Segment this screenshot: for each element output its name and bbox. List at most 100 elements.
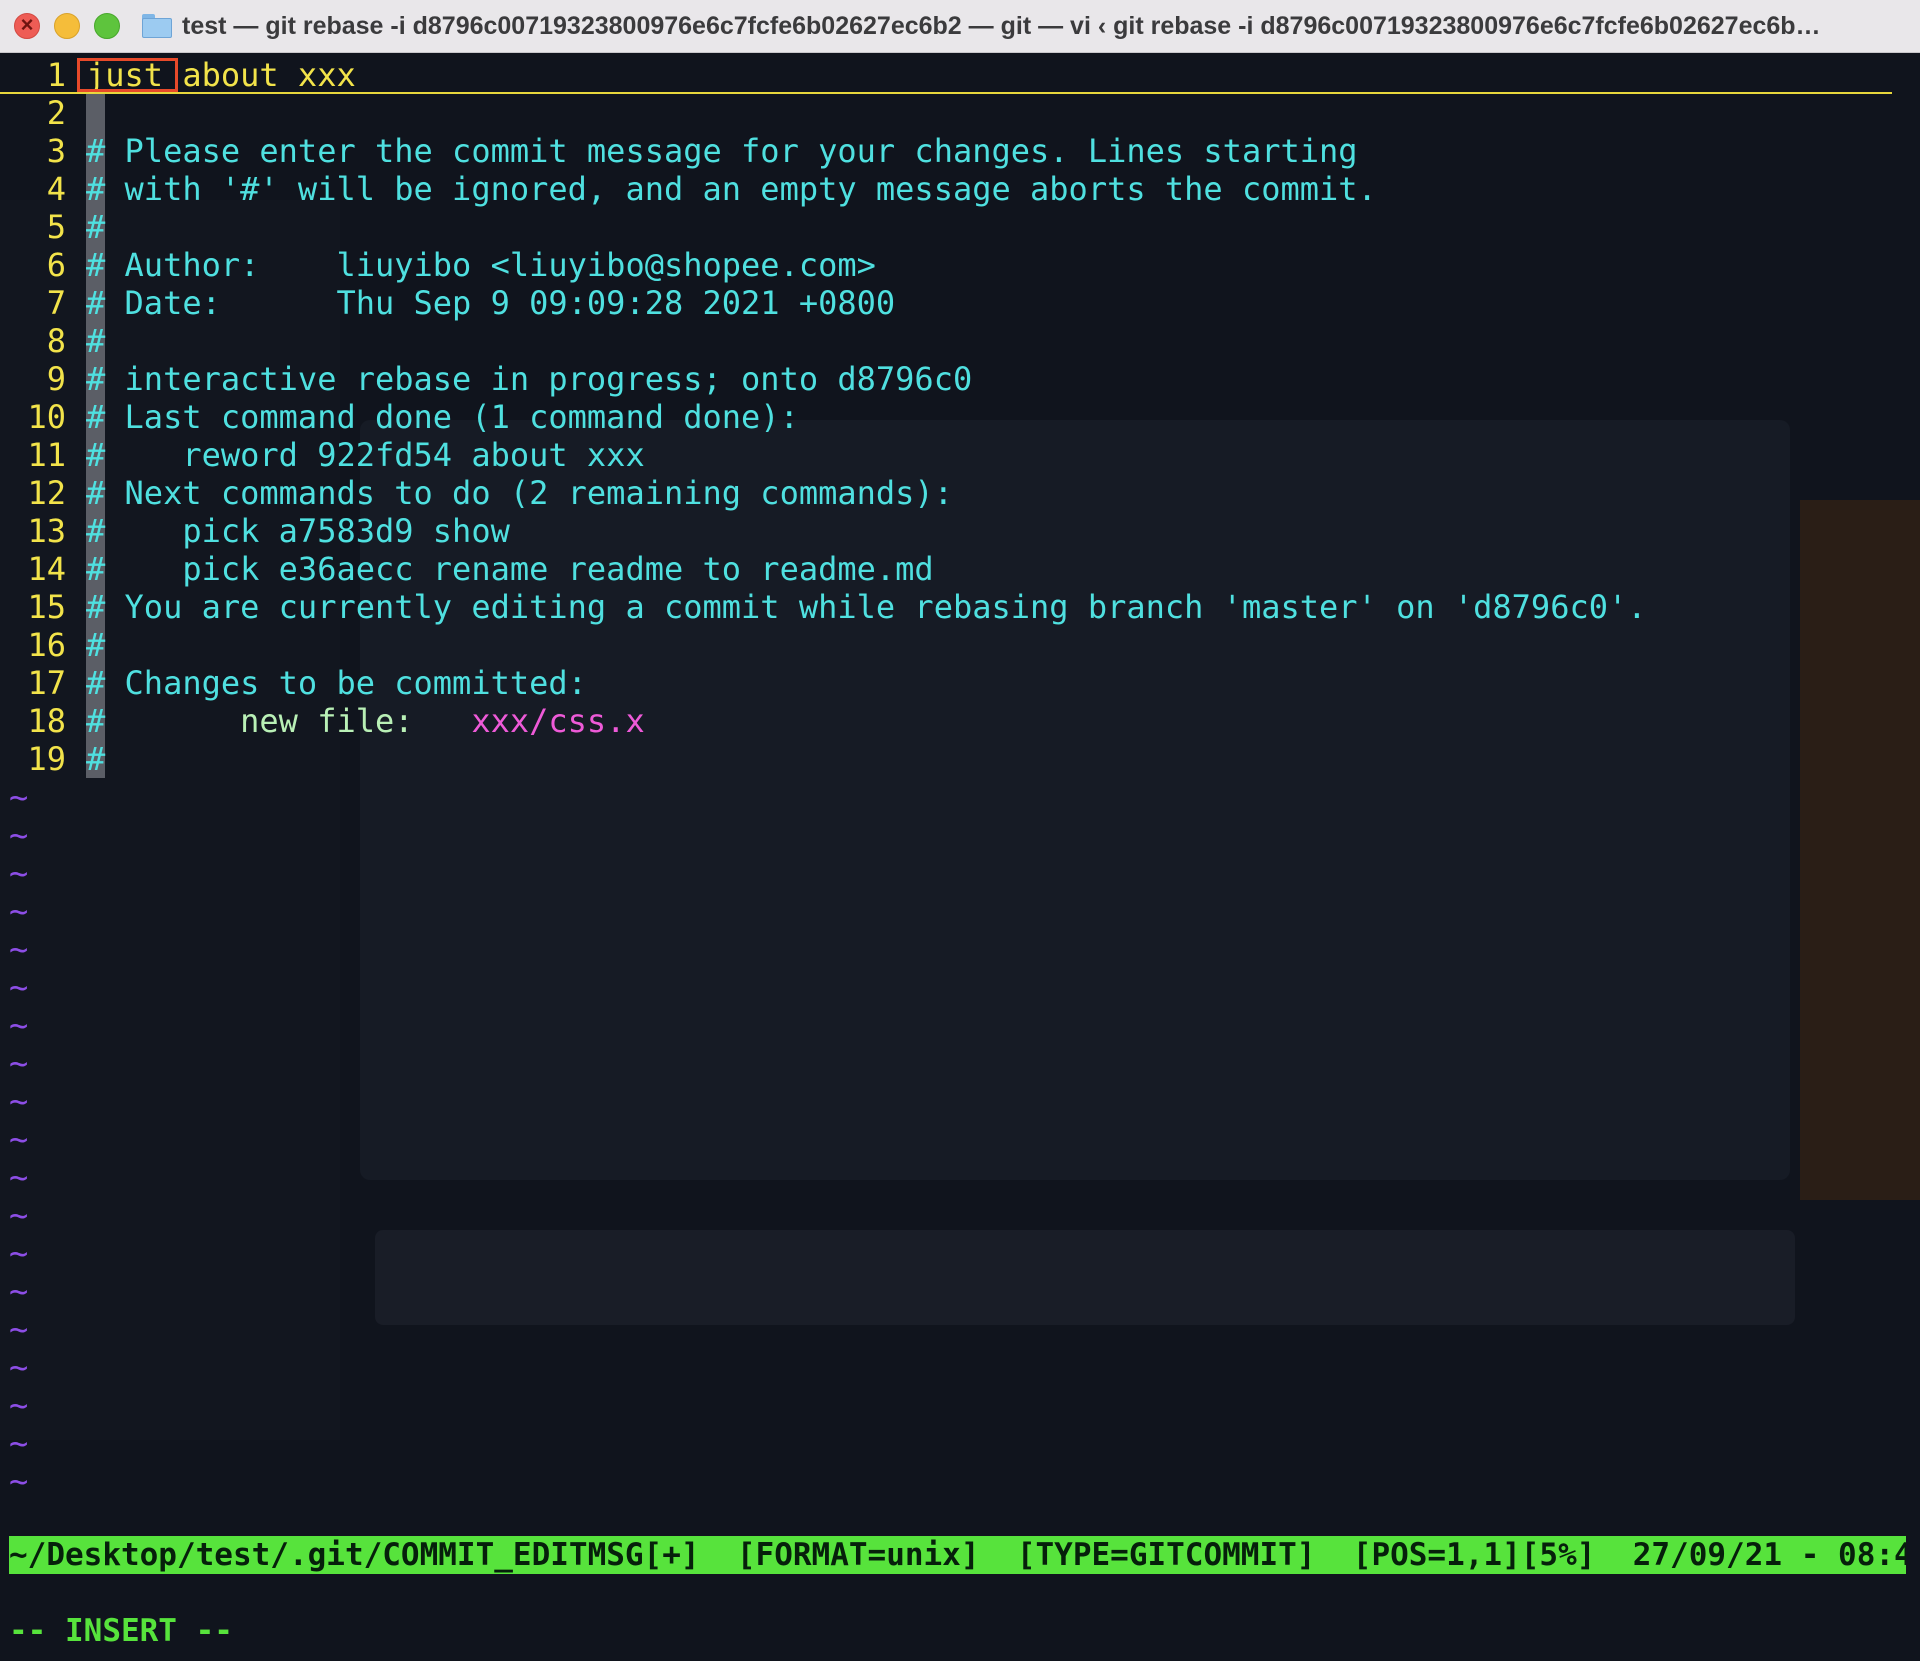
text-segment: #	[86, 626, 106, 664]
line-number: 12	[27, 474, 66, 512]
editor-line[interactable]: 10 # Last command done (1 command done):	[0, 398, 1920, 436]
text-segment: xxx/css.x	[471, 702, 645, 740]
minimize-window-button[interactable]	[54, 13, 80, 39]
tilde-marker: ~	[9, 1006, 29, 1044]
maximize-window-button[interactable]	[94, 13, 120, 39]
empty-buffer-line: ~	[0, 1006, 1920, 1044]
empty-buffer-line: ~	[0, 1196, 1920, 1234]
line-number: 1	[46, 56, 66, 94]
text-segment: new file:	[105, 702, 472, 740]
line-text: #	[86, 208, 105, 246]
editor-line[interactable]: 1 just about xxx	[0, 56, 1892, 94]
line-number: 15	[27, 588, 66, 626]
empty-buffer-line: ~	[0, 1234, 1920, 1272]
line-text: # reword 922fd54 about xxx	[86, 436, 645, 474]
line-text: # Author: liuyibo <liuyibo@shopee.com>	[86, 246, 876, 284]
cursor-word-highlight	[77, 58, 178, 92]
line-text: # Please enter the commit message for yo…	[86, 132, 1358, 170]
tilde-marker: ~	[9, 1082, 29, 1120]
editor-line[interactable]: 4 # with '#' will be ignored, and an empt…	[0, 170, 1920, 208]
text-segment: # pick a7583d9 show	[86, 512, 510, 550]
editor-line[interactable]: 6 # Author: liuyibo <liuyibo@shopee.com>	[0, 246, 1920, 284]
line-text: # pick e36aecc rename readme to readme.m…	[86, 550, 934, 588]
empty-buffer-line: ~	[0, 778, 1920, 816]
line-number: 14	[27, 550, 66, 588]
line-text: # with '#' will be ignored, and an empty…	[86, 170, 1377, 208]
text-segment: #	[86, 740, 106, 778]
text-segment: # pick e36aecc rename readme to readme.m…	[86, 550, 934, 588]
cursor-column-highlight	[86, 94, 105, 132]
title-bar[interactable]: test — git rebase -i d8796c0071932380097…	[0, 0, 1920, 53]
text-segment: # Next commands to do (2 remaining comma…	[86, 474, 953, 512]
editor-line[interactable]: 8 #	[0, 322, 1920, 360]
tilde-marker: ~	[9, 1120, 29, 1158]
empty-buffer-line: ~	[0, 1082, 1920, 1120]
tilde-marker: ~	[9, 892, 29, 930]
text-segment: #	[86, 702, 106, 740]
vim-editor-buffer[interactable]: 1 just about xxx 2 3 # Please enter the comm…	[0, 56, 1920, 1500]
empty-buffer-line: ~	[0, 1158, 1920, 1196]
line-text: #	[86, 322, 105, 360]
editor-line[interactable]: 19 #	[0, 740, 1920, 778]
tilde-marker: ~	[9, 854, 29, 892]
line-number: 2	[46, 94, 66, 132]
editor-line[interactable]: 15 # You are currently editing a commit w…	[0, 588, 1920, 626]
text-segment: # interactive rebase in progress; onto d…	[86, 360, 973, 398]
line-text: # Last command done (1 command done):	[86, 398, 799, 436]
editor-line[interactable]: 9 # interactive rebase in progress; onto …	[0, 360, 1920, 398]
empty-buffer-line: ~	[0, 1310, 1920, 1348]
line-number: 18	[27, 702, 66, 740]
editor-line[interactable]: 18 # new file: xxx/css.x	[0, 702, 1920, 740]
empty-buffer-line: ~	[0, 1044, 1920, 1082]
folder-icon	[142, 14, 172, 38]
tilde-marker: ~	[9, 1348, 29, 1386]
tilde-marker: ~	[9, 1158, 29, 1196]
editor-line[interactable]: 3 # Please enter the commit message for y…	[0, 132, 1920, 170]
empty-buffer-line: ~	[0, 816, 1920, 854]
tilde-marker: ~	[9, 1424, 29, 1462]
line-number: 5	[46, 208, 66, 246]
text-segment: # You are currently editing a commit whi…	[86, 588, 1647, 626]
line-number: 8	[46, 322, 66, 360]
line-text: # pick a7583d9 show	[86, 512, 510, 550]
text-segment: #	[86, 208, 106, 246]
line-number: 16	[27, 626, 66, 664]
editor-line[interactable]: 12 # Next commands to do (2 remaining com…	[0, 474, 1920, 512]
text-segment: # Please enter the commit message for yo…	[86, 132, 1358, 170]
editor-line[interactable]: 13 # pick a7583d9 show	[0, 512, 1920, 550]
editor-line[interactable]: 5 #	[0, 208, 1920, 246]
tilde-marker: ~	[9, 1310, 29, 1348]
text-segment: # Changes to be committed:	[86, 664, 587, 702]
text-segment: # with '#' will be ignored, and an empty…	[86, 170, 1377, 208]
text-segment: #	[86, 322, 106, 360]
tilde-marker: ~	[9, 1462, 29, 1500]
empty-buffer-line: ~	[0, 854, 1920, 892]
empty-buffer-line: ~	[0, 1120, 1920, 1158]
editor-line[interactable]: 2	[0, 94, 1920, 132]
tilde-marker: ~	[9, 1044, 29, 1082]
empty-buffer-line: ~	[0, 968, 1920, 1006]
editor-line[interactable]: 7 # Date: Thu Sep 9 09:09:28 2021 +0800	[0, 284, 1920, 322]
close-window-button[interactable]	[14, 11, 40, 39]
vim-mode-indicator: -- INSERT --	[9, 1613, 233, 1649]
line-number: 9	[46, 360, 66, 398]
line-text: #	[86, 626, 105, 664]
tilde-marker: ~	[9, 1234, 29, 1272]
editor-line[interactable]: 16 #	[0, 626, 1920, 664]
empty-buffer-line: ~	[0, 892, 1920, 930]
editor-line[interactable]: 14 # pick e36aecc rename readme to readme…	[0, 550, 1920, 588]
editor-line[interactable]: 11 # reword 922fd54 about xxx	[0, 436, 1920, 474]
empty-buffer-line: ~	[0, 1462, 1920, 1500]
line-number: 13	[27, 512, 66, 550]
line-text: # Date: Thu Sep 9 09:09:28 2021 +0800	[86, 284, 895, 322]
window-controls	[14, 11, 120, 39]
empty-buffer-line: ~	[0, 1386, 1920, 1424]
line-text: # Changes to be committed:	[86, 664, 587, 702]
text-segment: # Last command done (1 command done):	[86, 398, 799, 436]
editor-line[interactable]: 17 # Changes to be committed:	[0, 664, 1920, 702]
tilde-marker: ~	[9, 1196, 29, 1234]
line-text: # new file: xxx/css.x	[86, 702, 645, 740]
line-number: 4	[46, 170, 66, 208]
terminal-window: test — git rebase -i d8796c0071932380097…	[0, 0, 1920, 1661]
text-segment: # reword 922fd54 about xxx	[86, 436, 645, 474]
